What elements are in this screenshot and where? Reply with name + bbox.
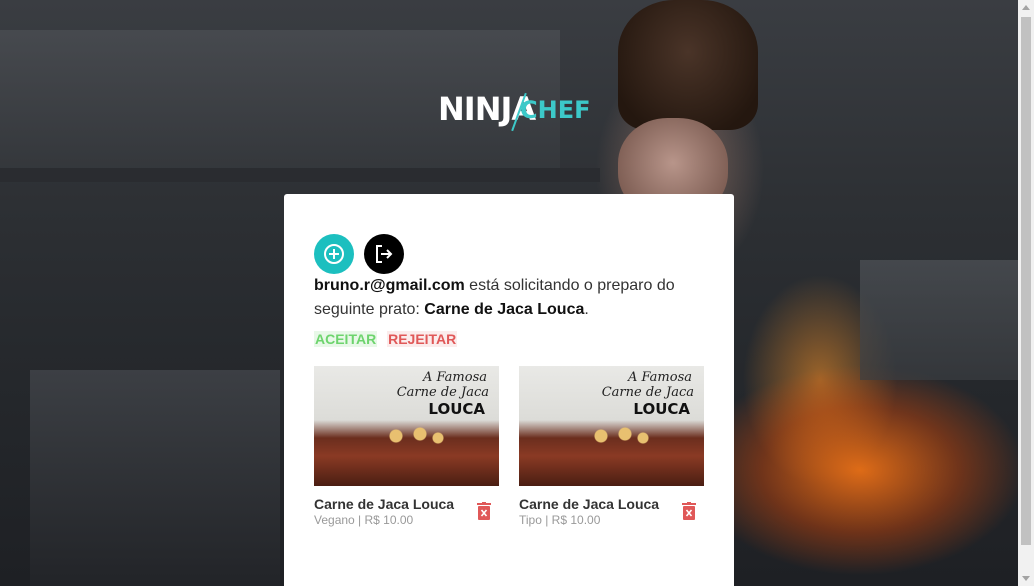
scroll-down-icon[interactable] <box>1022 576 1030 581</box>
hood-edge <box>0 168 600 182</box>
logout-button[interactable] <box>364 234 404 274</box>
trash-icon[interactable] <box>682 502 696 520</box>
scrollbar-thumb[interactable] <box>1021 17 1031 545</box>
logo-chef-text: CHEF <box>520 96 591 124</box>
chef-hat <box>618 0 758 130</box>
request-end: . <box>584 301 589 318</box>
dish-photo: A Famosa Carne de Jaca LOUCA <box>314 366 499 486</box>
request-message: bruno.r@gmail.com está solicitando o pre… <box>314 274 714 322</box>
request-actions: ACEITAR REJEITAR <box>314 331 463 347</box>
photo-caption: LOUCA <box>633 400 690 418</box>
photo-caption: Carne de Jaca <box>601 385 694 400</box>
cashew-garnish <box>589 426 649 446</box>
requester-email: bruno.r@gmail.com <box>314 277 465 294</box>
trash-icon[interactable] <box>477 502 491 520</box>
reject-button[interactable]: REJEITAR <box>387 331 458 347</box>
request-card: bruno.r@gmail.com está solicitando o pre… <box>284 194 734 586</box>
ninjachef-logo: NINJA CHEF <box>438 86 591 136</box>
rack <box>860 260 1018 380</box>
scroll-up-icon[interactable] <box>1022 5 1030 10</box>
photo-caption: A Famosa <box>423 370 487 385</box>
dish-meta: Vegano | R$ 10.00 <box>314 513 414 527</box>
page-scrollbar[interactable] <box>1018 0 1034 586</box>
photo-caption: A Famosa <box>628 370 692 385</box>
logout-icon <box>376 245 393 263</box>
plus-circle-icon <box>324 244 344 264</box>
cashew-garnish <box>384 426 444 446</box>
dish-card: A Famosa Carne de Jaca LOUCA Carne de Ja… <box>314 366 499 527</box>
dish-card: A Famosa Carne de Jaca LOUCA Carne de Ja… <box>519 366 704 527</box>
stove <box>30 370 280 586</box>
add-dish-button[interactable] <box>314 234 354 274</box>
dish-name: Carne de Jaca Louca <box>519 496 660 512</box>
dish-meta: Tipo | R$ 10.00 <box>519 513 601 527</box>
photo-caption: Carne de Jaca <box>396 385 489 400</box>
dish-name: Carne de Jaca Louca <box>314 496 455 512</box>
dish-photo: A Famosa Carne de Jaca LOUCA <box>519 366 704 486</box>
photo-caption: LOUCA <box>428 400 485 418</box>
accept-button[interactable]: ACEITAR <box>314 331 378 347</box>
requested-dish: Carne de Jaca Louca <box>424 301 585 318</box>
